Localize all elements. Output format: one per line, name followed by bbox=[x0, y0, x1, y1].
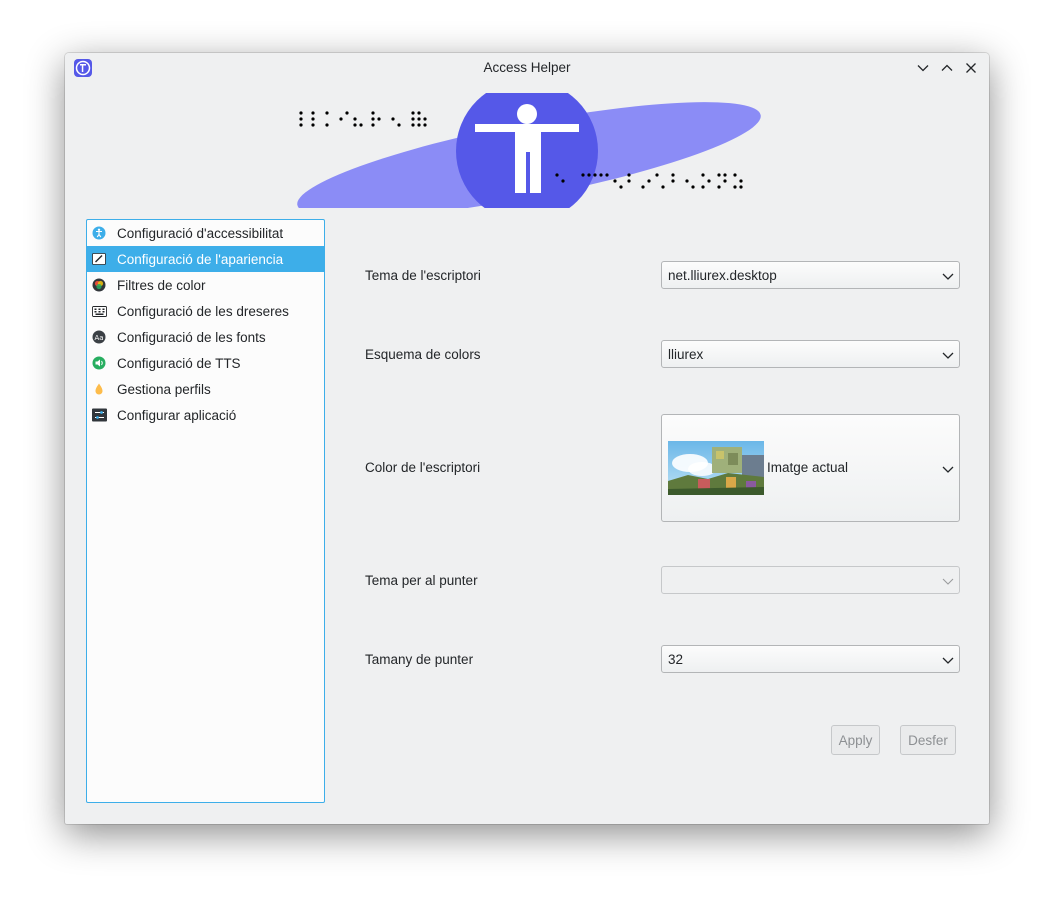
sidebar-item-appearance[interactable]: Configuració de l'apariencia bbox=[87, 246, 324, 272]
sidebar-item-app-settings[interactable]: Configurar aplicació bbox=[87, 402, 324, 428]
close-icon bbox=[966, 63, 976, 73]
header-banner-logo bbox=[293, 80, 763, 222]
keyboard-icon bbox=[91, 303, 107, 319]
sidebar-item-label: Configuració de TTS bbox=[117, 355, 241, 371]
sidebar-nav: Configuració d'accessibilitat Configurac… bbox=[86, 219, 325, 803]
sidebar-item-color-filters[interactable]: Filtres de color bbox=[87, 272, 324, 298]
svg-text:Aa: Aa bbox=[94, 334, 103, 342]
pointer-size-value: 32 bbox=[668, 652, 684, 667]
accessibility-icon bbox=[91, 225, 107, 241]
maximize-button[interactable] bbox=[937, 58, 957, 78]
chevron-down-icon bbox=[942, 578, 954, 585]
sidebar-item-label: Configuració de les fonts bbox=[117, 329, 266, 345]
sidebar-item-label: Configurar aplicació bbox=[117, 407, 237, 423]
color-scheme-label: Esquema de colors bbox=[365, 347, 481, 362]
close-button[interactable] bbox=[961, 58, 981, 78]
chevron-up-icon bbox=[941, 64, 953, 71]
undo-button[interactable]: Desfer bbox=[900, 725, 956, 755]
sidebar-item-tts[interactable]: Configuració de TTS bbox=[87, 350, 324, 376]
color-scheme-combo[interactable]: lliurex bbox=[661, 340, 960, 368]
sidebar-item-accessibility[interactable]: Configuració d'accessibilitat bbox=[87, 220, 324, 246]
profiles-icon bbox=[91, 381, 107, 397]
sidebar-item-label: Filtres de color bbox=[117, 277, 206, 293]
wallpaper-thumbnail bbox=[668, 441, 764, 495]
desktop-theme-combo[interactable]: net.lliurex.desktop bbox=[661, 261, 960, 289]
desktop-theme-value: net.lliurex.desktop bbox=[668, 268, 777, 283]
sidebar-item-label: Configuració d'accessibilitat bbox=[117, 225, 284, 241]
pointer-size-label: Tamany de punter bbox=[365, 652, 474, 667]
fonts-icon: Aa bbox=[91, 329, 107, 345]
sidebar-item-fonts[interactable]: Aa Configuració de les fonts bbox=[87, 324, 324, 350]
chevron-down-icon bbox=[942, 273, 954, 280]
appearance-icon bbox=[91, 251, 107, 267]
chevron-down-icon bbox=[942, 657, 954, 664]
sidebar-item-label: Gestiona perfils bbox=[117, 381, 211, 397]
chevron-down-icon bbox=[942, 352, 954, 359]
chevron-down-icon bbox=[917, 65, 929, 72]
minimize-button[interactable] bbox=[913, 58, 933, 78]
pointer-theme-combo[interactable] bbox=[661, 566, 960, 594]
app-settings-icon bbox=[91, 407, 107, 423]
sidebar-item-label: Configuració de l'apariencia bbox=[117, 251, 284, 267]
pointer-size-combo[interactable]: 32 bbox=[661, 645, 960, 673]
title-bar[interactable]: Access Helper bbox=[65, 53, 989, 83]
app-window: Access Helper Configuració d'accessibili… bbox=[65, 53, 989, 824]
apply-button[interactable]: Apply bbox=[831, 725, 880, 755]
tts-icon bbox=[91, 355, 107, 371]
window-title: Access Helper bbox=[483, 60, 571, 75]
desktop-theme-label: Tema de l'escriptori bbox=[365, 268, 481, 283]
desktop-color-label: Color de l'escriptori bbox=[365, 460, 481, 475]
color-filter-icon bbox=[91, 277, 107, 293]
sidebar-item-profiles[interactable]: Gestiona perfils bbox=[87, 376, 324, 402]
sidebar-item-shortcuts[interactable]: Configuració de les dreseres bbox=[87, 298, 324, 324]
pointer-theme-label: Tema per al punter bbox=[365, 573, 478, 588]
color-scheme-value: lliurex bbox=[668, 347, 704, 362]
desktop-color-combo[interactable]: Imatge actual bbox=[661, 414, 960, 522]
sidebar-item-label: Configuració de les dreseres bbox=[117, 303, 289, 319]
chevron-down-icon bbox=[942, 466, 954, 473]
desktop-color-value: Imatge actual bbox=[767, 460, 849, 475]
